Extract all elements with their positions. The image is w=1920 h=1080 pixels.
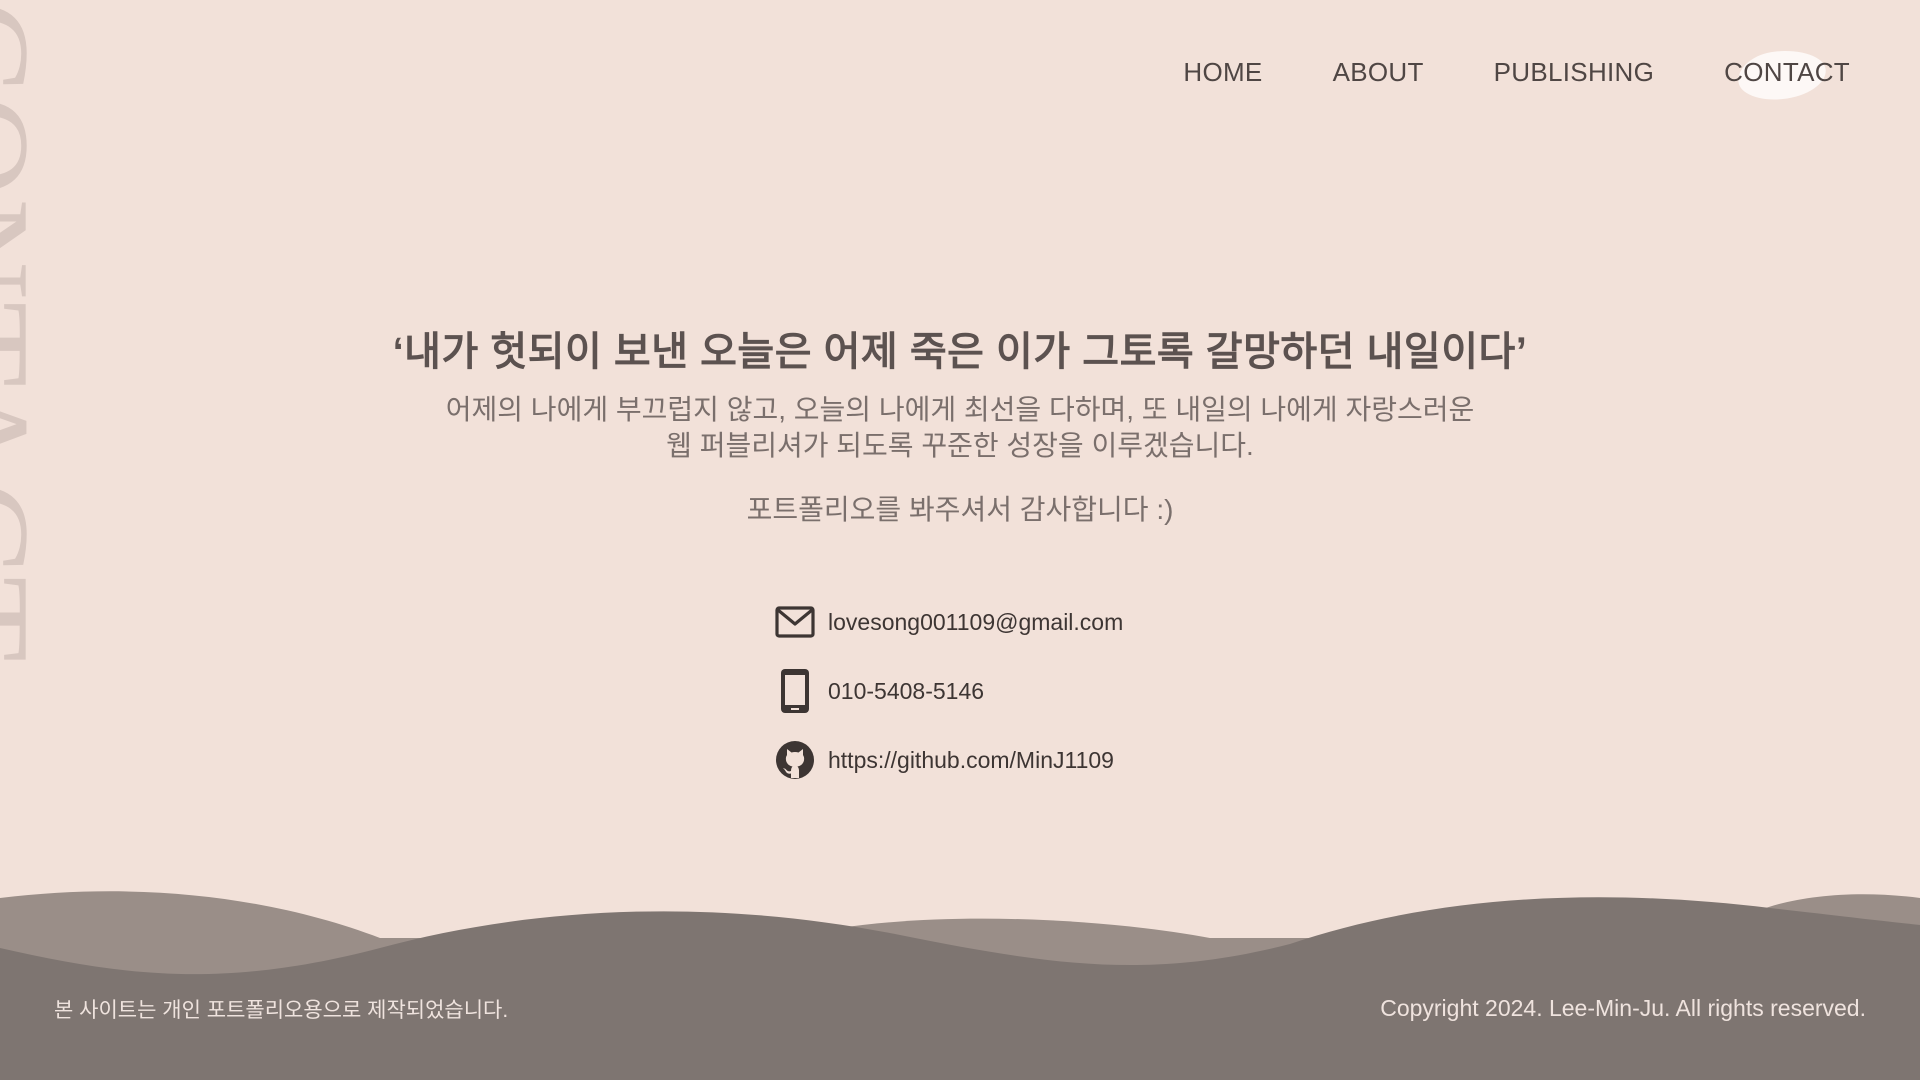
footer: 본 사이트는 개인 포트폴리오용으로 제작되었습니다. Copyright 20… [0,880,1920,1080]
footer-notice: 본 사이트는 개인 포트폴리오용으로 제작되었습니다. [54,999,509,1022]
contact-github-text: https://github.com/MinJ1109 [828,746,1114,773]
nav-home[interactable]: HOME [1183,57,1262,88]
quote-heading: ‘내가 헛되이 보낸 오늘은 어제 죽은 이가 그토록 갈망하던 내일이다’ [392,329,1528,374]
nav-publishing[interactable]: PUBLISHING [1494,57,1655,88]
contact-list: lovesong001109@gmail.com 010-5408-5146 h… [774,600,1123,807]
nav-contact-label: CONTACT [1724,57,1850,87]
footer-waves [0,891,1920,1080]
contact-phone-text: 010-5408-5146 [828,677,985,704]
nav-home-label: HOME [1183,57,1263,87]
intro-line-2: 웹 퍼블리셔가 되도록 꾸준한 성장을 이루겠습니다. [666,430,1254,461]
mail-icon [774,601,816,643]
footer-copyright: Copyright 2024. Lee-Min-Ju. All rights r… [1380,995,1866,1021]
nav-about-label: ABOUT [1332,57,1424,87]
contact-phone[interactable]: 010-5408-5146 [774,669,1123,713]
phone-icon [774,669,816,713]
thanks-message: 포트폴리오를 봐주셔서 감사합니다 :) [746,494,1174,525]
intro-line-1: 어제의 나에게 부끄럽지 않고, 오늘의 나에게 최선을 다하며, 또 내일의 … [445,394,1475,425]
nav-publishing-label: PUBLISHING [1493,57,1655,87]
contact-email-text: lovesong001109@gmail.com [828,608,1124,635]
contact-email[interactable]: lovesong001109@gmail.com [774,600,1123,644]
contact-github[interactable]: https://github.com/MinJ1109 [774,738,1123,782]
nav-contact[interactable]: CONTACT [1724,46,1850,104]
top-nav: HOME ABOUT PUBLISHING CONTACT [1183,46,1850,104]
intro-description: 어제의 나에게 부끄럽지 않고, 오늘의 나에게 최선을 다하며, 또 내일의 … [0,392,1920,464]
github-icon [774,739,816,781]
nav-about[interactable]: ABOUT [1333,57,1424,88]
contact-page: CONTACT HOME ABOUT PUBLISHING CONTACT ‘내… [0,0,1920,1080]
